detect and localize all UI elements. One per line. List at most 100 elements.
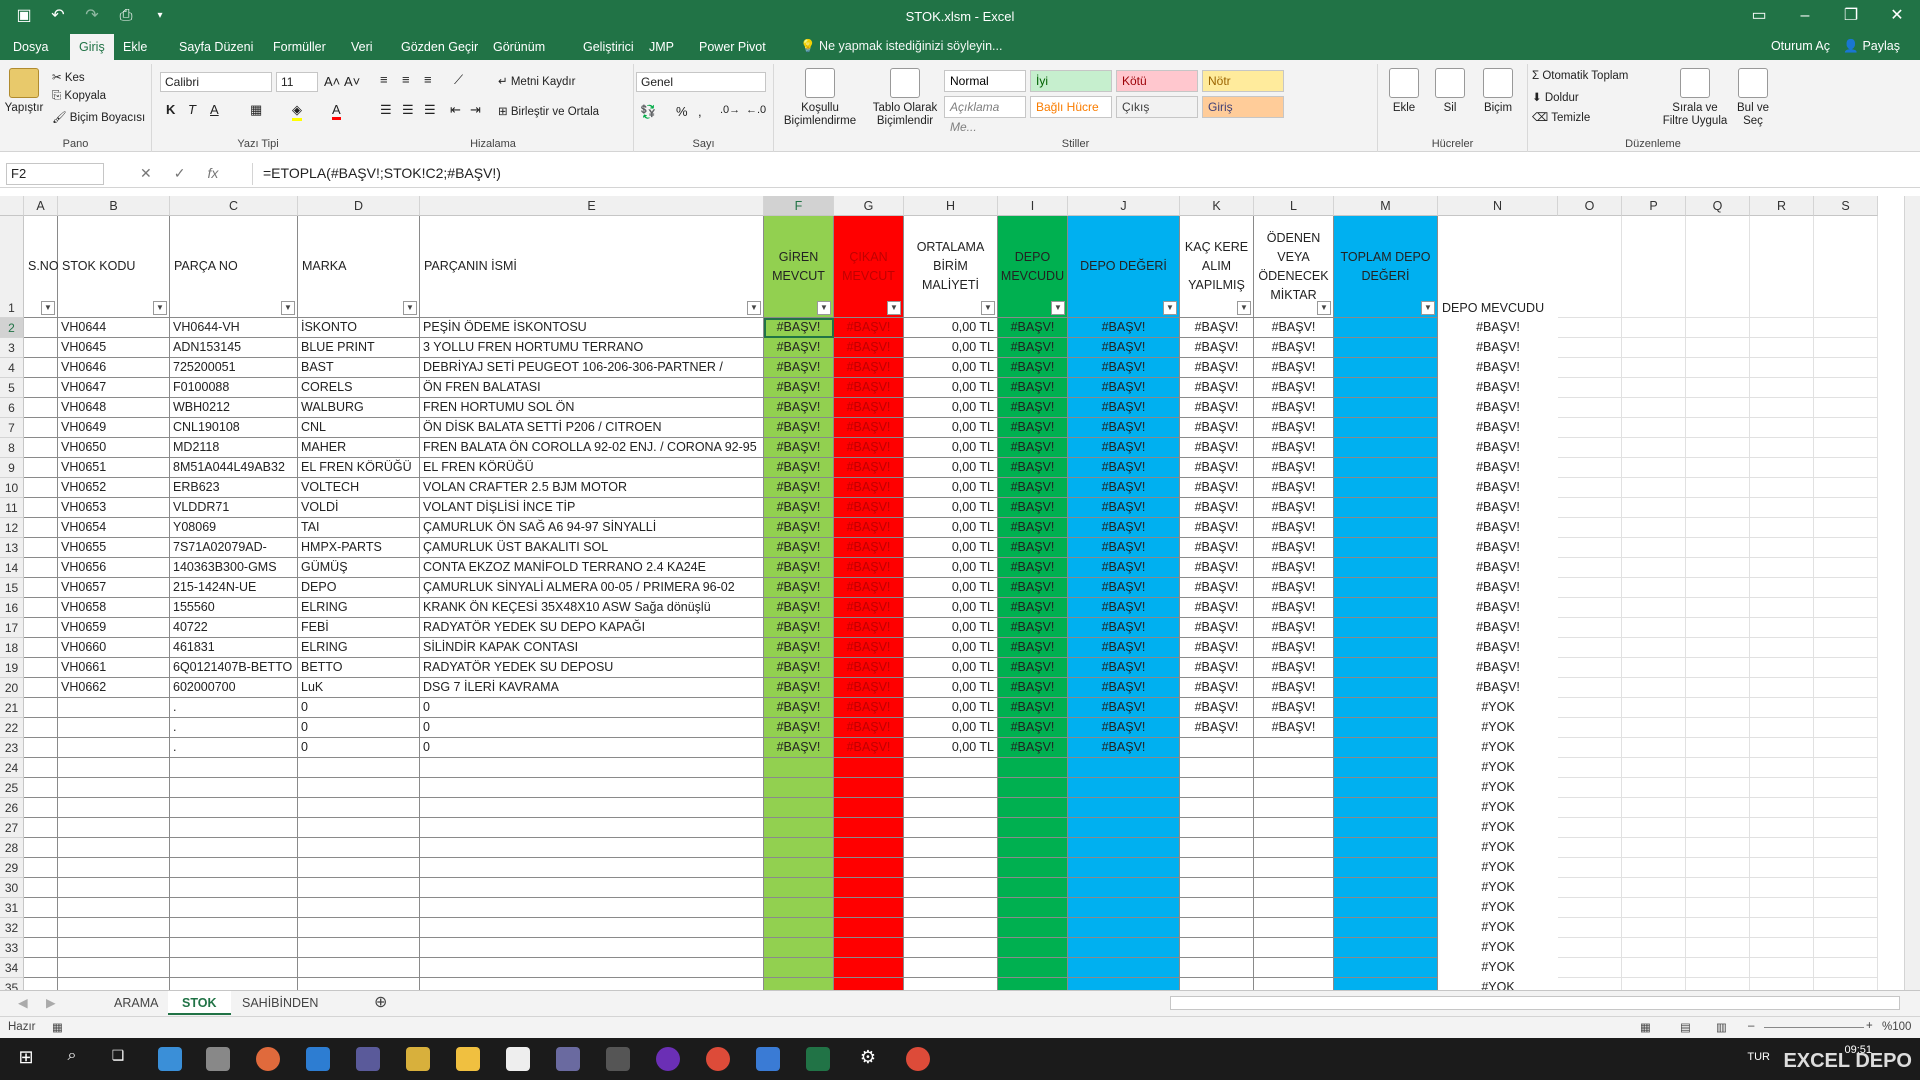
row-header-22[interactable]: 22 [0,718,24,738]
cell-P16[interactable] [1622,598,1686,618]
cell-D11[interactable]: VOLDİ [298,498,420,518]
cell-R34[interactable] [1750,958,1814,978]
cell-I33[interactable] [998,938,1068,958]
cell-H28[interactable] [904,838,998,858]
cell-H34[interactable] [904,958,998,978]
cell-F6[interactable]: #BAŞV! [764,398,834,418]
cell-D7[interactable]: CNL [298,418,420,438]
cell-E7[interactable]: ÖN DİSK BALATA SETTİ P206 / CITROEN [420,418,764,438]
header-cell-C[interactable]: PARÇA NO [170,216,298,318]
cell-C15[interactable]: 215-1424N-UE [170,578,298,598]
clear-button[interactable]: ⌫ Temizle [1532,110,1590,124]
cell-R3[interactable] [1750,338,1814,358]
cell-C19[interactable]: 6Q0121407B-BETTO [170,658,298,678]
font-color-icon[interactable]: A [332,102,341,120]
cell-F35[interactable] [764,978,834,990]
cell-K33[interactable] [1180,938,1254,958]
cell-I10[interactable]: #BAŞV! [998,478,1068,498]
cell-J15[interactable]: #BAŞV! [1068,578,1180,598]
cell-M22[interactable] [1334,718,1438,738]
cell-H15[interactable]: 0,00 TL [904,578,998,598]
cell-J20[interactable]: #BAŞV! [1068,678,1180,698]
macro-record-icon[interactable]: ▦ [52,1020,63,1034]
cell-R12[interactable] [1750,518,1814,538]
cell-M25[interactable] [1334,778,1438,798]
cell-Q27[interactable] [1686,818,1750,838]
cell-B28[interactable] [58,838,170,858]
cell-Q2[interactable] [1686,318,1750,338]
cell-A6[interactable] [24,398,58,418]
cell-Q19[interactable] [1686,658,1750,678]
sheet-tab-2[interactable]: STOK [168,991,231,1015]
cell-K3[interactable]: #BAŞV! [1180,338,1254,358]
cell-R26[interactable] [1750,798,1814,818]
cell-L18[interactable]: #BAŞV! [1254,638,1334,658]
cell-D21[interactable]: 0 [298,698,420,718]
excel-taskbar-icon[interactable] [806,1047,830,1071]
delete-cells-button[interactable]: Sil [1430,68,1470,115]
cell-R11[interactable] [1750,498,1814,518]
cell-B19[interactable]: VH0661 [58,658,170,678]
cell-J5[interactable]: #BAŞV! [1068,378,1180,398]
cell-B25[interactable] [58,778,170,798]
cell-G14[interactable]: #BAŞV! [834,558,904,578]
cell-M20[interactable] [1334,678,1438,698]
cell-M4[interactable] [1334,358,1438,378]
column-header-S[interactable]: S [1814,196,1878,216]
cell-L7[interactable]: #BAŞV! [1254,418,1334,438]
cell-A4[interactable] [24,358,58,378]
cell-M26[interactable] [1334,798,1438,818]
cell-J22[interactable]: #BAŞV! [1068,718,1180,738]
paste-button[interactable]: Yapıştır [4,68,44,115]
cell-O30[interactable] [1558,878,1622,898]
cell-K5[interactable]: #BAŞV! [1180,378,1254,398]
cell-D19[interactable]: BETTO [298,658,420,678]
cell-A11[interactable] [24,498,58,518]
column-header-G[interactable]: G [834,196,904,216]
italic-button[interactable]: T [188,102,196,117]
cell-B18[interactable]: VH0660 [58,638,170,658]
cell-F20[interactable]: #BAŞV! [764,678,834,698]
cell-L15[interactable]: #BAŞV! [1254,578,1334,598]
column-header-M[interactable]: M [1334,196,1438,216]
cell-F8[interactable]: #BAŞV! [764,438,834,458]
cell-A2[interactable] [24,318,58,338]
cell-G35[interactable] [834,978,904,990]
row-header-18[interactable]: 18 [0,638,24,658]
row-header-19[interactable]: 19 [0,658,24,678]
cell-J11[interactable]: #BAŞV! [1068,498,1180,518]
cell-E35[interactable] [420,978,764,990]
cell-L33[interactable] [1254,938,1334,958]
cell-N34[interactable]: #YOK [1438,958,1558,978]
cell-M6[interactable] [1334,398,1438,418]
cell-F14[interactable]: #BAŞV! [764,558,834,578]
cell-E11[interactable]: VOLANT DİŞLİSİ İNCE TİP [420,498,764,518]
cell-F15[interactable]: #BAŞV! [764,578,834,598]
cell-N9[interactable]: #BAŞV! [1438,458,1558,478]
cell-C30[interactable] [170,878,298,898]
cell-Q30[interactable] [1686,878,1750,898]
cell-S25[interactable] [1814,778,1878,798]
cell-C11[interactable]: VLDDR71 [170,498,298,518]
cell-N33[interactable]: #YOK [1438,938,1558,958]
cell-N29[interactable]: #YOK [1438,858,1558,878]
cell-L21[interactable]: #BAŞV! [1254,698,1334,718]
cell-E5[interactable]: ÖN FREN BALATASI [420,378,764,398]
cell-P6[interactable] [1622,398,1686,418]
cut-button[interactable]: ✂ Kes [52,70,85,84]
cell-R8[interactable] [1750,438,1814,458]
cell-I15[interactable]: #BAŞV! [998,578,1068,598]
cell-E16[interactable]: KRANK ÖN KEÇESİ 35X48X10 ASW Sağa dönüşl… [420,598,764,618]
cell-F5[interactable]: #BAŞV! [764,378,834,398]
cell-G13[interactable]: #BAŞV! [834,538,904,558]
cell-Q33[interactable] [1686,938,1750,958]
cell-H4[interactable]: 0,00 TL [904,358,998,378]
cell-G17[interactable]: #BAŞV! [834,618,904,638]
cell-N21[interactable]: #YOK [1438,698,1558,718]
cell-M31[interactable] [1334,898,1438,918]
cell-R21[interactable] [1750,698,1814,718]
cell-N18[interactable]: #BAŞV! [1438,638,1558,658]
zoom-level[interactable]: %100 [1882,1021,1911,1033]
align-bottom-icon[interactable]: ≡ [424,72,432,87]
cell-A15[interactable] [24,578,58,598]
